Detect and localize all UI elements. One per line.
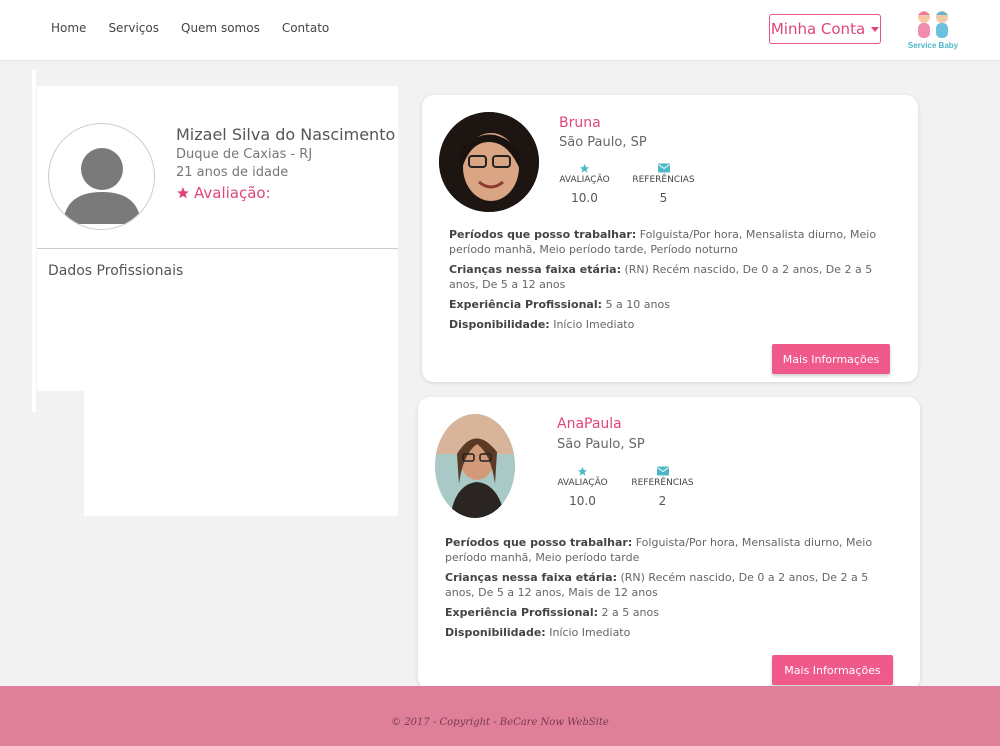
rating-label: AVALIAÇÃO — [557, 478, 608, 488]
availability-label: Disponibilidade: — [449, 318, 550, 331]
nav-contact-link[interactable]: Contato — [282, 21, 329, 35]
references-label: REFERÊNCIAS — [631, 478, 694, 488]
user-silhouette-icon — [63, 148, 141, 224]
logo-text: Service Baby — [907, 41, 959, 50]
profile-age: 21 anos de idade — [176, 165, 289, 180]
star-icon — [579, 163, 590, 173]
profile-card-extension — [84, 386, 398, 516]
envelope-icon — [657, 163, 670, 173]
periods-label: Períodos que posso trabalhar: — [449, 228, 637, 241]
candidate-city: São Paulo, SP — [559, 135, 647, 150]
candidate-photo[interactable] — [439, 112, 539, 212]
candidate-photo-image — [439, 112, 539, 212]
star-icon — [177, 187, 189, 199]
experience-value: 2 a 5 anos — [601, 606, 659, 619]
availability-value: Início Imediato — [553, 318, 635, 331]
nav-home-link[interactable]: Home — [51, 21, 86, 35]
rating-stat: AVALIAÇÃO 10.0 — [545, 464, 620, 508]
nav-links: Home Serviços Quem somos Contato — [51, 21, 329, 35]
footer-copyright: © 2017 - Copyright - BeCare Now WebSite — [391, 717, 609, 728]
candidate-card: AnaPaula São Paulo, SP AVALIAÇÃO 10.0 RE… — [418, 397, 920, 690]
more-info-button[interactable]: Mais Informações — [772, 344, 890, 374]
my-account-label: Minha Conta — [770, 20, 866, 38]
top-navbar: Home Serviços Quem somos Contato Minha C… — [0, 0, 1000, 61]
profile-divider — [37, 248, 398, 249]
profile-city: Duque de Caxias - RJ — [176, 147, 313, 162]
logo[interactable]: Service Baby — [905, 8, 961, 52]
profile-rating: Avaliação: — [176, 184, 271, 202]
rating-value: 10.0 — [569, 494, 596, 508]
profile-edge — [32, 70, 36, 412]
experience-label: Experiência Profissional: — [445, 606, 599, 619]
envelope-icon — [656, 466, 669, 476]
candidate-details: Períodos que posso trabalhar: Folguista/… — [445, 535, 897, 645]
availability-label: Disponibilidade: — [445, 626, 546, 639]
rating-value: 10.0 — [571, 191, 598, 205]
profile-rating-label: Avaliação: — [194, 184, 271, 202]
ages-label: Crianças nessa faixa etária: — [449, 263, 621, 276]
nav-about-link[interactable]: Quem somos — [181, 21, 260, 35]
footer: © 2017 - Copyright - BeCare Now WebSite — [0, 686, 1000, 746]
candidate-name[interactable]: AnaPaula — [557, 416, 622, 432]
rating-stat: AVALIAÇÃO 10.0 — [547, 161, 622, 205]
more-info-button[interactable]: Mais Informações — [772, 655, 893, 685]
nav-services-link[interactable]: Serviços — [108, 21, 159, 35]
candidate-city: São Paulo, SP — [557, 437, 645, 452]
candidate-photo[interactable] — [435, 414, 515, 518]
periods-label: Períodos que posso trabalhar: — [445, 536, 633, 549]
candidate-name[interactable]: Bruna — [559, 115, 601, 131]
profile-avatar[interactable] — [48, 123, 155, 230]
references-stat: REFERÊNCIAS 2 — [625, 464, 700, 508]
references-value: 5 — [659, 191, 668, 205]
availability-value: Início Imediato — [549, 626, 631, 639]
candidate-details: Períodos que posso trabalhar: Folguista/… — [449, 227, 894, 337]
my-account-dropdown[interactable]: Minha Conta — [769, 14, 881, 44]
experience-label: Experiência Profissional: — [449, 298, 603, 311]
candidate-photo-image — [435, 414, 515, 518]
references-stat: REFERÊNCIAS 5 — [626, 161, 701, 205]
experience-value: 5 a 10 anos — [605, 298, 670, 311]
candidate-card: Bruna São Paulo, SP AVALIAÇÃO 10.0 REFER… — [422, 95, 918, 382]
caret-down-icon — [871, 26, 880, 32]
star-icon — [577, 466, 588, 476]
profile-name: Mizael Silva do Nascimento — [176, 125, 396, 144]
references-value: 2 — [658, 494, 667, 508]
professional-data-title: Dados Profissionais — [48, 263, 184, 279]
ages-label: Crianças nessa faixa etária: — [445, 571, 617, 584]
references-label: REFERÊNCIAS — [632, 175, 695, 185]
babies-logo-icon — [918, 11, 948, 38]
rating-label: AVALIAÇÃO — [559, 175, 610, 185]
